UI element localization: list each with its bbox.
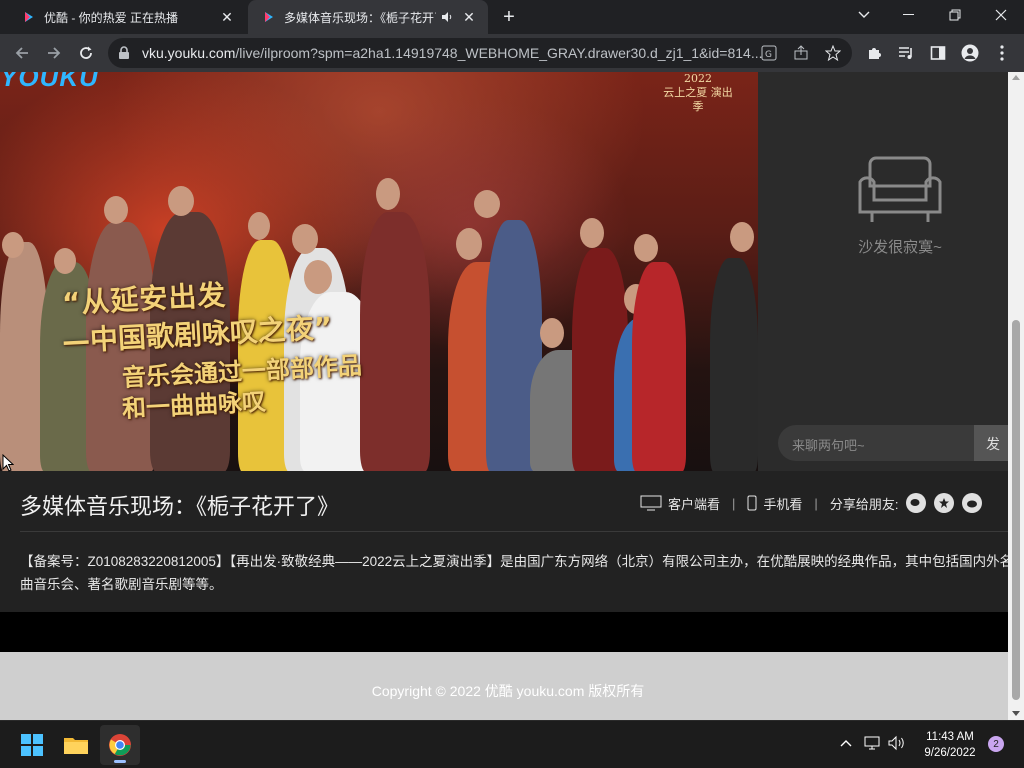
- client-watch-link[interactable]: 客户端看: [668, 494, 720, 513]
- mobile-watch-link[interactable]: 手机看: [763, 494, 802, 513]
- tab-search-chevron-icon[interactable]: [852, 4, 876, 26]
- lock-icon[interactable]: [118, 46, 130, 60]
- divider: |: [732, 495, 736, 511]
- scroll-down-arrow-icon[interactable]: [1012, 711, 1020, 716]
- restore-button[interactable]: [932, 0, 978, 30]
- profile-avatar-icon[interactable]: [960, 43, 980, 63]
- forward-button[interactable]: [42, 41, 66, 65]
- svg-text:G: G: [765, 50, 772, 60]
- tab-title: 优酷 - 你的热爱 正在热播: [44, 10, 178, 25]
- extensions-puzzle-icon[interactable]: [864, 43, 884, 63]
- weibo-share-icon[interactable]: [962, 493, 983, 513]
- bookmark-star-icon[interactable]: [824, 44, 842, 62]
- clock-date: 9/26/2022: [924, 747, 976, 759]
- browser-toolbar: vku.youku.com/live/ilproom?spm=a2ha1.149…: [0, 34, 1024, 72]
- video-info-section: 多媒体音乐现场：《栀子花开了》 客户端看 | 手机看 | 分享给朋友: 【备案号…: [0, 471, 1013, 612]
- scrollbar-thumb[interactable]: [1012, 320, 1020, 700]
- copyright-text: Copyright © 2022 优酷 youku.com 版权所有: [371, 683, 645, 699]
- divider: |: [814, 495, 818, 511]
- url-text[interactable]: vku.youku.com/live/ilproom?spm=a2ha1.149…: [142, 45, 762, 61]
- translate-icon[interactable]: G: [760, 44, 778, 62]
- season-badge: 2022 云上之夏 演出季: [663, 72, 733, 113]
- reload-button[interactable]: [74, 41, 98, 65]
- close-window-button[interactable]: [978, 0, 1024, 30]
- page-viewport: YOUKU 2022 云上之夏 演出季 “从延安出发 —中国歌剧咏叹之夜” 音乐…: [0, 72, 1024, 720]
- new-tab-button[interactable]: +: [498, 6, 520, 28]
- scroll-up-arrow-icon[interactable]: [1012, 75, 1020, 80]
- mobile-phone-icon[interactable]: [747, 495, 757, 511]
- info-divider: [20, 531, 1008, 532]
- video-player[interactable]: YOUKU 2022 云上之夏 演出季 “从延安出发 —中国歌剧咏叹之夜” 音乐…: [0, 72, 758, 471]
- clock-time: 11:43 AM: [926, 731, 974, 743]
- page-footer: Copyright © 2022 优酷 youku.com 版权所有: [0, 652, 1008, 720]
- minimize-button[interactable]: [886, 0, 932, 30]
- player-section: YOUKU 2022 云上之夏 演出季 “从延安出发 —中国歌剧咏叹之夜” 音乐…: [0, 72, 1014, 471]
- chrome-icon: [109, 734, 131, 756]
- show-hidden-icons-chevron-icon[interactable]: [838, 735, 854, 751]
- back-button[interactable]: [10, 41, 34, 65]
- chat-input[interactable]: 来聊两句吧~: [778, 425, 974, 461]
- start-button[interactable]: [12, 725, 52, 765]
- media-control-icon[interactable]: [896, 43, 916, 63]
- page-scrollbar[interactable]: [1008, 72, 1024, 720]
- mouse-cursor-icon: [2, 454, 14, 472]
- tab-title: 多媒体音乐现场：《栀子花开了》: [284, 10, 436, 25]
- watch-share-actions: 客户端看 | 手机看 | 分享给朋友:: [640, 493, 983, 513]
- notification-badge[interactable]: 2: [988, 736, 1004, 752]
- tab-strip: 优酷 - 你的热爱 正在热播 ✕ 多媒体音乐现场：《栀子花开了》 ✕ +: [0, 0, 1024, 34]
- video-description: 【备案号：Z0108283220812005】【再出发·致敬经典——2022云上…: [20, 554, 1014, 592]
- share-icon[interactable]: [792, 44, 810, 62]
- active-indicator: [114, 760, 126, 763]
- sofa-icon: [858, 156, 942, 222]
- tab-music-live[interactable]: 多媒体音乐现场：《栀子花开了》 ✕: [248, 0, 488, 34]
- windows-logo-icon: [21, 734, 43, 756]
- youku-favicon-icon: [25, 12, 33, 22]
- wechat-share-icon[interactable]: [906, 493, 927, 513]
- page-spacer: [0, 612, 1008, 652]
- close-tab-icon[interactable]: ✕: [218, 8, 236, 26]
- monitor-icon[interactable]: [640, 495, 662, 511]
- chrome-taskbar-button[interactable]: [100, 725, 140, 765]
- youku-favicon-icon: [265, 12, 273, 22]
- video-title: 多媒体音乐现场：《栀子花开了》: [20, 494, 340, 519]
- close-tab-icon[interactable]: ✕: [460, 8, 478, 26]
- share-label: 分享给朋友:: [829, 496, 899, 512]
- chat-panel: 沙发很寂寞~ 来聊两句吧~ 发: [758, 72, 1014, 471]
- system-clock[interactable]: 11:43 AM 9/26/2022: [912, 729, 988, 761]
- tab-youku-home[interactable]: 优酷 - 你的热爱 正在热播 ✕: [8, 0, 246, 34]
- youku-logo: YOUKU: [0, 72, 99, 92]
- windows-taskbar: 11:43 AM 9/26/2022 2: [0, 720, 1024, 768]
- chat-empty-text: 沙发很寂寞~: [858, 239, 942, 256]
- side-panel-icon[interactable]: [928, 43, 948, 63]
- audio-playing-icon[interactable]: [440, 10, 454, 24]
- volume-icon[interactable]: [888, 735, 906, 751]
- network-icon[interactable]: [864, 735, 882, 751]
- address-bar[interactable]: vku.youku.com/live/ilproom?spm=a2ha1.149…: [108, 38, 852, 68]
- chrome-menu-icon[interactable]: [992, 43, 1012, 63]
- video-caption: “从延安出发 —中国歌剧咏叹之夜” 音乐会通过一部部作品 和一曲曲咏叹: [61, 278, 363, 423]
- favorite-star-icon[interactable]: [934, 493, 955, 513]
- file-explorer-button[interactable]: [56, 725, 96, 765]
- folder-icon: [64, 738, 88, 754]
